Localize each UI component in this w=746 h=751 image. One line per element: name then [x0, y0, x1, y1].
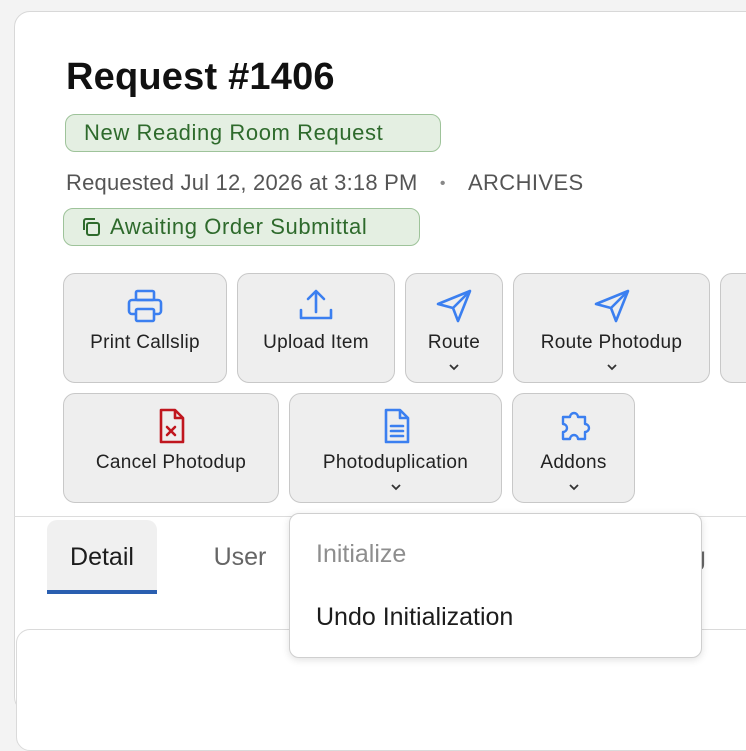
- active-tab-indicator: [47, 590, 157, 594]
- requested-date: Requested Jul 12, 2026 at 3:18 PM: [66, 170, 418, 195]
- cancel-photodup-label: Cancel Photodup: [95, 452, 247, 473]
- addons-button[interactable]: Addons: [512, 393, 635, 503]
- page-title: Request #1406: [66, 56, 335, 98]
- print-callslip-label: Print Callslip: [90, 332, 200, 353]
- puzzle-icon: [554, 408, 594, 444]
- menu-item-undo-initialization[interactable]: Undo Initialization: [316, 603, 513, 632]
- send-icon: [434, 288, 474, 324]
- file-cancel-icon: [151, 408, 191, 444]
- request-type-label: New Reading Room Request: [84, 120, 384, 145]
- route-button[interactable]: Route: [405, 273, 503, 383]
- status-label: Awaiting Order Submittal: [110, 214, 368, 239]
- route-label: Route: [427, 332, 481, 353]
- chevron-down-icon: [605, 356, 619, 371]
- upload-item-button[interactable]: Upload Item: [237, 273, 395, 383]
- addons-label: Addons: [540, 452, 607, 473]
- chevron-down-icon: [447, 356, 461, 371]
- meta-separator: •: [439, 175, 446, 193]
- chevron-down-icon: [389, 476, 403, 491]
- tab-user[interactable]: User: [190, 520, 290, 594]
- tab-detail[interactable]: Detail: [47, 520, 157, 594]
- upload-item-label: Upload Item: [263, 332, 369, 353]
- request-meta: Requested Jul 12, 2026 at 3:18 PM • ARCH…: [66, 170, 584, 196]
- send-icon: [592, 288, 632, 324]
- photoduplication-button[interactable]: Photoduplication: [289, 393, 502, 503]
- upload-icon: [296, 288, 336, 324]
- route-photodup-label: Route Photodup: [540, 332, 683, 353]
- copy-icon: [80, 216, 102, 238]
- request-type-badge: New Reading Room Request: [65, 114, 441, 152]
- route-photodup-button[interactable]: Route Photodup: [513, 273, 710, 383]
- status-badge: Awaiting Order Submittal: [63, 208, 420, 246]
- printer-icon: [125, 288, 165, 324]
- photoduplication-label: Photoduplication: [322, 452, 469, 473]
- document-icon: [376, 408, 416, 444]
- chevron-down-icon: [567, 476, 581, 491]
- department-label: ARCHIVES: [467, 170, 584, 195]
- tab-detail-label: Detail: [70, 542, 134, 571]
- tab-user-label: User: [213, 542, 267, 571]
- overflow-action-button[interactable]: [720, 273, 746, 383]
- photoduplication-dropdown: Initialize Undo Initialization: [289, 513, 702, 658]
- menu-item-initialize: Initialize: [316, 540, 407, 568]
- print-callslip-button[interactable]: Print Callslip: [63, 273, 227, 383]
- cancel-photodup-button[interactable]: Cancel Photodup: [63, 393, 279, 503]
